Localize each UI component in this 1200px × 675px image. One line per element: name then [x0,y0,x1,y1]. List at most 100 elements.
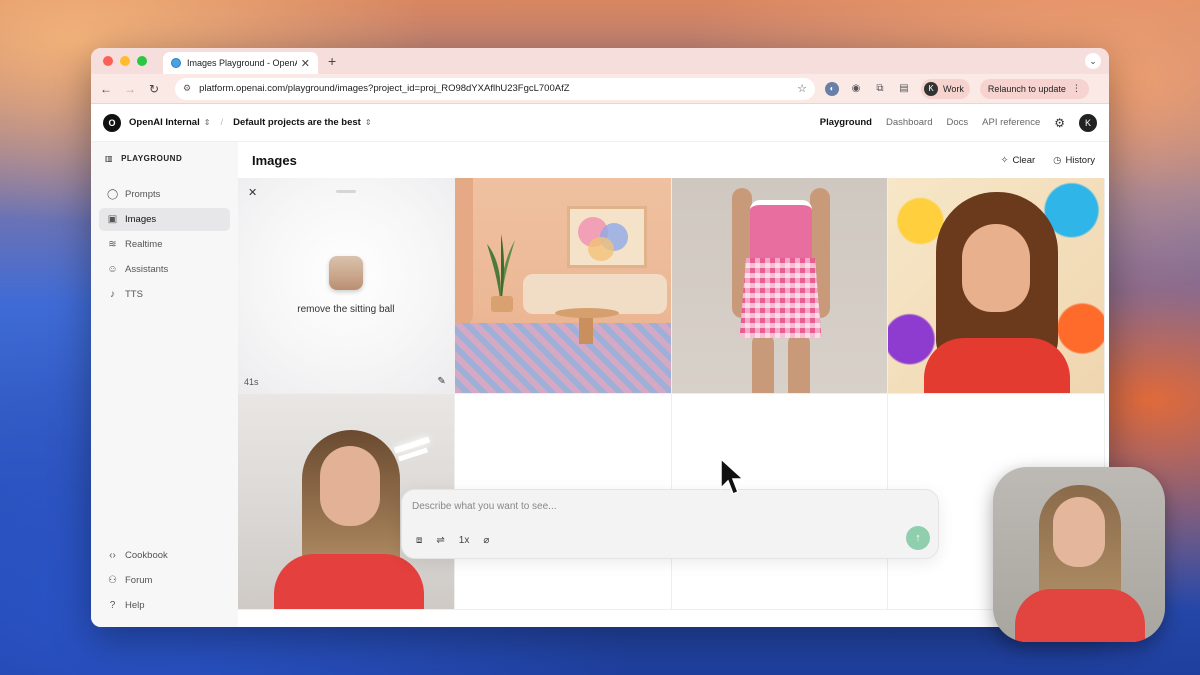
waveform-icon: ≋ [108,239,117,250]
clear-label: Clear [1012,154,1036,166]
sidebar-item-images[interactable]: ▣ Images [99,208,230,231]
dress-leg-left [751,333,774,393]
code-icon: ‹› [109,550,116,561]
user-avatar[interactable]: K [1079,113,1097,132]
people-icon: ⚇ [108,575,117,586]
sidebar-item-tts[interactable]: ♪ TTS [99,283,230,306]
bookmark-star-icon[interactable]: ☆ [797,82,807,95]
photo-face [320,446,380,526]
profile-avatar: K [924,81,938,96]
nav-playground[interactable]: Playground [820,117,872,128]
profile-button[interactable]: K Work [921,78,970,99]
sidebar-item-label: Assistants [125,264,169,275]
assistant-icon: ☺ [107,264,118,275]
new-tab-button[interactable]: + [328,53,336,69]
prompt-composer[interactable]: Describe what you want to see... ⧈ ⇌ 1x … [401,489,939,559]
sidebar-item-forum[interactable]: ⚇ Forum [99,569,230,592]
chevron-updown-icon: ⇕ [364,118,372,127]
sidebar-item-help[interactable]: ? Help [99,594,230,617]
close-window-button[interactable] [103,56,113,66]
main-panel: Images ✧ Clear ◷ History ✕ remove the sitt… [238,142,1109,627]
clear-button[interactable]: ✧ Clear [1000,155,1035,166]
pointer-arrow-icon [720,458,745,495]
sidebar-toggle-icon[interactable]: ▥ [105,154,113,163]
webcam-overlay [993,467,1165,642]
nav-docs[interactable]: Docs [946,117,968,128]
settings-gear-icon[interactable]: ⚙ [1054,116,1065,130]
nav-dashboard[interactable]: Dashboard [886,117,932,128]
image-icon: ▣ [107,214,118,225]
sidebar-footer: ‹› Cookbook ⚇ Forum ? Help [99,544,230,619]
sidebar-item-label: Cookbook [125,550,168,561]
close-tab-icon[interactable]: ✕ [301,57,310,70]
back-button[interactable]: ← [99,82,113,96]
sidebar-item-prompts[interactable]: ◯ Prompts [99,183,230,206]
app-header: O OpenAI Internal ⇕ / Default projects a… [91,104,1109,142]
history-clock-icon: ◷ [1053,154,1062,166]
org-selector[interactable]: OpenAI Internal ⇕ [129,117,210,128]
portrait-face [962,224,1031,312]
profile-label: Work [943,83,964,94]
org-name: OpenAI Internal [129,117,200,128]
tab-search-chevron-icon[interactable]: ⌄ [1085,53,1101,69]
globe-icon [171,58,181,68]
more-menu-icon[interactable]: ⋮ [1072,83,1081,94]
microphone-icon: ♪ [110,289,115,300]
sidebar-title-label: PLAYGROUND [121,154,183,163]
page-title: Images [252,152,297,168]
extension-disk-icon[interactable]: ◉ [849,82,863,96]
relaunch-button[interactable]: Relaunch to update ⋮ [979,78,1089,99]
sidebar-item-label: Prompts [125,189,161,200]
forward-button[interactable]: → [123,82,137,96]
site-settings-icon[interactable]: ⚙ [183,83,191,94]
reload-button[interactable]: ↻ [147,82,161,96]
minimize-window-button[interactable] [120,56,130,66]
breadcrumb-separator: / [220,117,224,128]
app-body: ▥ PLAYGROUND ◯ Prompts ▣ Images ≋ Realti… [91,142,1109,627]
tab-bar: Images Playground - OpenAI ✕ + ⌄ [91,48,1109,74]
sidebar-item-realtime[interactable]: ≋ Realtime [99,233,230,256]
pending-prompt-text: remove the sitting ball [297,304,395,315]
room-pot [490,296,513,312]
sidebar-title[interactable]: ▥ PLAYGROUND [99,150,230,183]
pending-generation-card[interactable]: ✕ remove the sitting ball 41s ✎ [238,178,455,394]
history-button[interactable]: ◷ History [1053,155,1095,166]
image-style-icon[interactable]: ⧈ [416,535,422,546]
composer-tools: ⧈ ⇌ 1x ⌀ [416,535,489,546]
history-label: History [1065,154,1095,166]
chevron-updown-icon: ⇕ [203,118,211,127]
generated-image-dress[interactable] [671,178,889,394]
window-controls [103,56,147,66]
room-table [554,308,619,318]
settings-sliders-icon[interactable]: ⇌ [436,535,444,546]
help-icon: ? [109,600,116,611]
room-arch [454,178,473,328]
drag-handle[interactable] [335,190,356,193]
edit-pencil-icon[interactable]: ✎ [437,376,445,387]
prompt-input[interactable]: Describe what you want to see... [412,501,557,512]
sidebar-item-label: Forum [125,575,153,586]
project-selector[interactable]: Default projects are the best ⇕ [233,117,371,128]
dress-top [749,200,812,260]
side-panel-icon[interactable]: ▤ [897,82,911,96]
nav-api-reference[interactable]: API reference [982,117,1040,128]
maximize-window-button[interactable] [137,56,147,66]
sidebar-item-label: Realtime [125,239,163,250]
extension-icon[interactable]: ◐ [825,81,839,96]
dress-leg-right [787,333,810,393]
browser-tab[interactable]: Images Playground - OpenAI ✕ [163,52,318,74]
address-bar[interactable]: ⚙ platform.openai.com/playground/images?… [175,77,815,100]
sidebar-item-cookbook[interactable]: ‹› Cookbook [99,544,230,567]
generated-image-room[interactable] [454,178,672,394]
url-text: platform.openai.com/playground/images?pr… [199,83,570,94]
attach-paperclip-icon[interactable]: ⌀ [483,535,489,546]
image-count-selector[interactable]: 1x [459,535,470,546]
sidebar-item-label: Help [125,600,145,611]
close-icon[interactable]: ✕ [248,186,257,199]
generated-image-portrait[interactable] [888,178,1105,394]
extensions-puzzle-icon[interactable]: ⧉ [873,82,887,96]
sidebar-item-assistants[interactable]: ☺ Assistants [99,258,230,281]
send-arrow-button[interactable]: ↑ [906,526,930,550]
project-name: Default projects are the best [233,117,361,128]
room-rug [454,323,671,393]
